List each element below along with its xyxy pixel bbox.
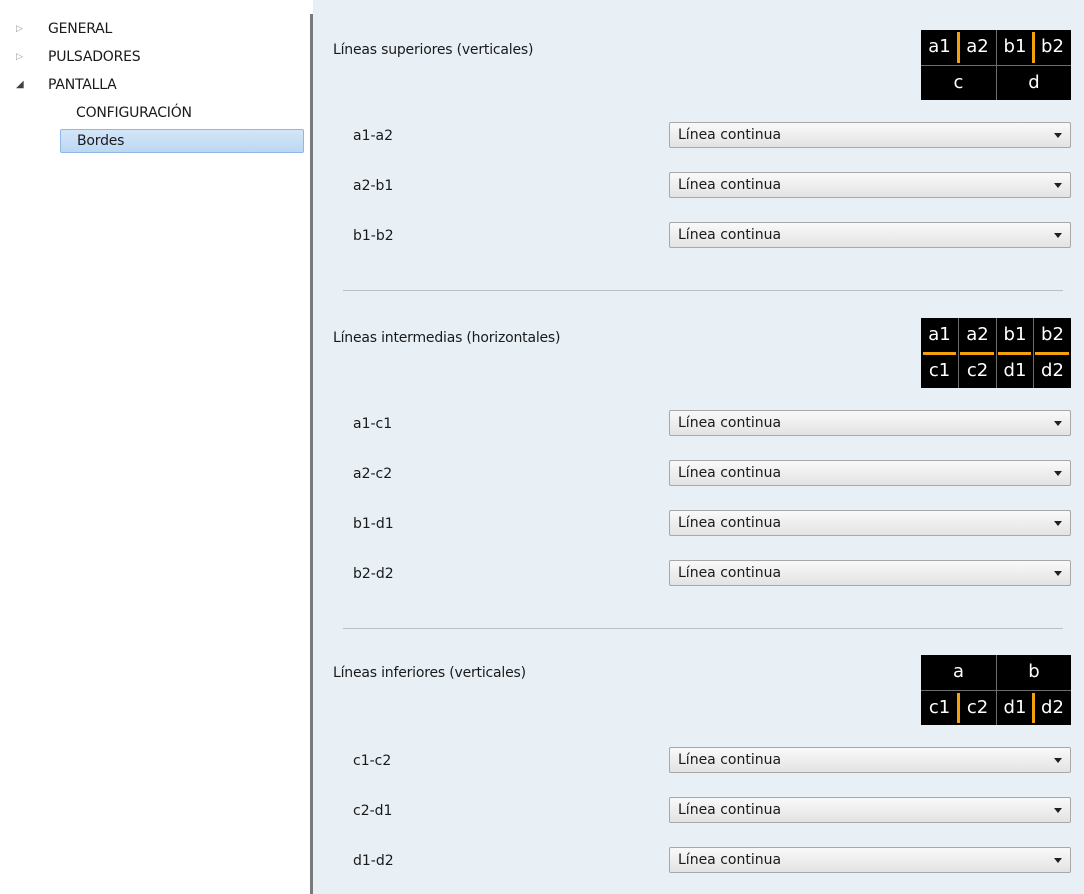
diagram-intermedias: a1 a2 b1 b2 c1 c2 d1 d2	[921, 318, 1071, 388]
caret-down-icon	[1054, 571, 1062, 576]
diagram-highlight-line	[957, 693, 960, 723]
select-a1-a2[interactable]: Línea continua	[669, 122, 1071, 148]
row-label-a2-c2: a2-c2	[353, 466, 393, 482]
diagram-inferiores: a b c1 c2 d1 d2	[921, 655, 1071, 725]
row-label-c1-c2: c1-c2	[353, 753, 392, 769]
diagram-highlight-line	[957, 32, 960, 63]
diagram-cell: d2	[1041, 360, 1064, 381]
diagram-highlight-line	[1035, 352, 1069, 355]
select-d1-d2[interactable]: Línea continua	[669, 847, 1071, 873]
caret-down-icon	[1054, 521, 1062, 526]
diagram-cell: b1	[1003, 324, 1027, 345]
diagram-cell: b2	[1041, 324, 1064, 345]
diagram-highlight-line	[923, 352, 956, 355]
select-value: Línea continua	[678, 415, 782, 431]
diagram-highlight-line	[960, 352, 994, 355]
tree-item-label: GENERAL	[48, 21, 113, 37]
select-value: Línea continua	[678, 565, 782, 581]
diagram-cell: a2	[966, 36, 989, 57]
diagram-cell: b1	[1003, 36, 1027, 57]
caret-down-icon	[1054, 758, 1062, 763]
diagram-divider	[996, 318, 997, 388]
tree-item-label: PANTALLA	[48, 77, 117, 93]
diagram-cell: c2	[966, 360, 989, 381]
diagram-cell: d2	[1041, 697, 1064, 718]
select-value: Línea continua	[678, 515, 782, 531]
section-separator	[343, 628, 1063, 629]
tree-item-label: CONFIGURACIÓN	[76, 105, 192, 121]
diagram-highlight-line	[998, 352, 1031, 355]
select-value: Línea continua	[678, 465, 782, 481]
diagram-highlight-line	[1032, 32, 1035, 63]
select-value: Línea continua	[678, 852, 782, 868]
diagram-cell: c1	[928, 697, 951, 718]
select-value: Línea continua	[678, 177, 782, 193]
diagram-cell: a2	[966, 324, 989, 345]
select-value: Línea continua	[678, 127, 782, 143]
diagram-cell: b	[1028, 661, 1040, 682]
section-title-intermedias: Líneas intermedias (horizontales)	[333, 330, 561, 346]
select-b2-d2[interactable]: Línea continua	[669, 560, 1071, 586]
row-label-a1-c1: a1-c1	[353, 416, 393, 432]
diagram-divider	[1033, 318, 1034, 388]
select-a1-c1[interactable]: Línea continua	[669, 410, 1071, 436]
diagram-cell: a1	[928, 36, 951, 57]
caret-down-icon	[1054, 421, 1062, 426]
diagram-cell: d1	[1003, 360, 1027, 381]
diagram-cell: c1	[928, 360, 951, 381]
row-label-a2-b1: a2-b1	[353, 178, 394, 194]
section-title-superiores: Líneas superiores (verticales)	[333, 42, 534, 58]
select-a2-c2[interactable]: Línea continua	[669, 460, 1071, 486]
caret-down-icon	[1054, 183, 1062, 188]
select-c1-c2[interactable]: Línea continua	[669, 747, 1071, 773]
select-c2-d1[interactable]: Línea continua	[669, 797, 1071, 823]
triangle-down-icon[interactable]: ◢	[16, 74, 28, 96]
row-label-d1-d2: d1-d2	[353, 853, 394, 869]
diagram-cell: c2	[966, 697, 989, 718]
tree-item-pantalla[interactable]: ◢ PANTALLA	[0, 74, 310, 96]
select-b1-d1[interactable]: Línea continua	[669, 510, 1071, 536]
diagram-highlight-line	[1032, 693, 1035, 723]
row-label-b2-d2: b2-d2	[353, 566, 394, 582]
diagram-divider	[996, 655, 997, 725]
select-value: Línea continua	[678, 227, 782, 243]
diagram-cell: d1	[1003, 697, 1027, 718]
triangle-right-icon[interactable]: ▷	[16, 18, 28, 40]
diagram-cell: c	[953, 72, 964, 93]
diagram-superiores: a1 a2 b1 b2 c d	[921, 30, 1071, 100]
caret-down-icon	[1054, 471, 1062, 476]
tree-item-general[interactable]: ▷ GENERAL	[0, 18, 310, 40]
caret-down-icon	[1054, 133, 1062, 138]
tree-item-label: Bordes	[77, 133, 125, 149]
select-a2-b1[interactable]: Línea continua	[669, 172, 1071, 198]
navigation-tree: ▷ GENERAL ▷ PULSADORES ◢ PANTALLA CONFIG…	[0, 0, 310, 894]
caret-down-icon	[1054, 233, 1062, 238]
tree-item-label: PULSADORES	[48, 49, 141, 65]
select-value: Línea continua	[678, 752, 782, 768]
caret-down-icon	[1054, 808, 1062, 813]
tree-item-pulsadores[interactable]: ▷ PULSADORES	[0, 46, 310, 68]
diagram-cell: b2	[1041, 36, 1064, 57]
diagram-divider	[996, 30, 997, 100]
caret-down-icon	[1054, 858, 1062, 863]
row-label-b1-b2: b1-b2	[353, 228, 394, 244]
select-value: Línea continua	[678, 802, 782, 818]
tree-item-bordes[interactable]: Bordes	[60, 129, 304, 153]
section-title-inferiores: Líneas inferiores (verticales)	[333, 665, 526, 681]
section-separator	[343, 290, 1063, 291]
parameters-panel: Líneas superiores (verticales) a1 a2 b1 …	[313, 0, 1084, 894]
triangle-right-icon[interactable]: ▷	[16, 46, 28, 68]
row-label-a1-a2: a1-a2	[353, 128, 394, 144]
row-label-c2-d1: c2-d1	[353, 803, 393, 819]
row-label-b1-d1: b1-d1	[353, 516, 394, 532]
tree-item-configuracion[interactable]: CONFIGURACIÓN	[0, 102, 310, 124]
diagram-divider	[958, 318, 959, 388]
select-b1-b2[interactable]: Línea continua	[669, 222, 1071, 248]
diagram-cell: d	[1028, 72, 1040, 93]
diagram-cell: a	[952, 661, 965, 682]
diagram-cell: a1	[928, 324, 951, 345]
